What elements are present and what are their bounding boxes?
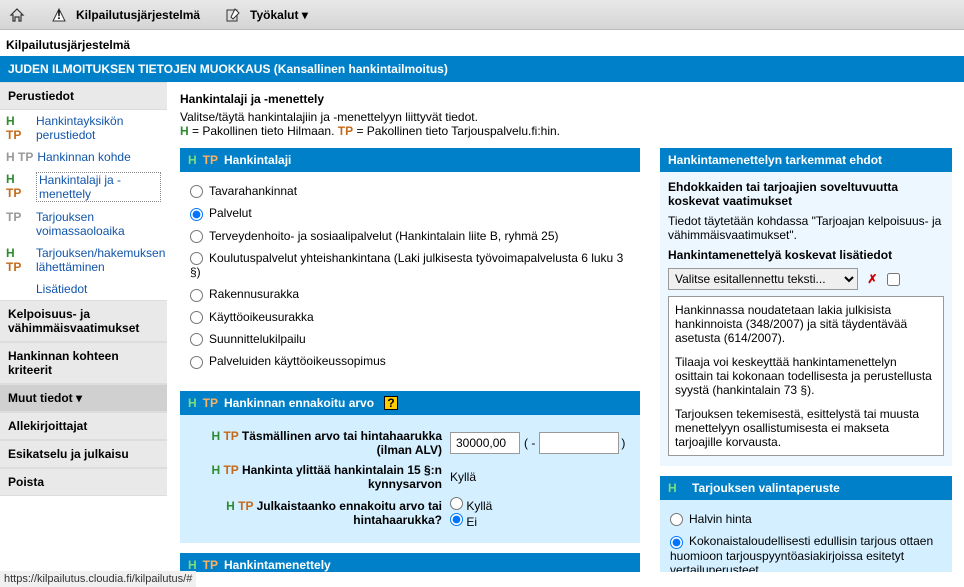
top-toolbar: ! Kilpailutusjärjestelmä Työkalut ▾: [0, 0, 964, 30]
sidebar-section-muut[interactable]: Muut tiedot ▾: [0, 384, 167, 412]
sidebar-item-label: Tarjouksen voimassaoloaika: [36, 210, 161, 238]
ennakoitu-body: H TP Täsmällinen arvo tai hintahaarukka …: [180, 415, 640, 543]
sidebar-item-label: Hankintayksikön perustiedot: [36, 114, 161, 142]
edit-icon[interactable]: [224, 6, 242, 24]
panel-head-ehdot: Hankintamenettelyn tarkemmat ehdot: [660, 148, 952, 172]
home-icon[interactable]: [8, 6, 26, 24]
sidebar-item-lisatiedot[interactable]: Lisätiedot: [0, 278, 167, 300]
main-content: Hankintalaji ja -menettely Valitse/täytä…: [168, 82, 964, 572]
svg-text:!: !: [57, 8, 61, 22]
sidebar: Perustiedot H TP Hankintayksikön perusti…: [0, 82, 168, 572]
app-title[interactable]: Kilpailutusjärjestelmä: [76, 8, 200, 22]
tools-menu[interactable]: Työkalut ▾: [250, 8, 308, 22]
sidebar-section-perustiedot[interactable]: Perustiedot: [0, 82, 167, 110]
ehdot-sub1b: Tiedot täytetään kohdassa "Tarjoajan kel…: [668, 214, 944, 242]
valinta-body: Halvin hinta Kokonaistaloudellisesti edu…: [660, 500, 952, 572]
ehdot-sub2: Hankintamenettelyä koskevat lisätiedot: [668, 248, 892, 262]
sidebar-item-label: Tarjouksen/hakemuksen lähettäminen: [36, 246, 165, 274]
section-title: Hankintalaji ja -menettely: [180, 92, 952, 106]
status-url: https://kilpailutus.cloudia.fi/kilpailut…: [0, 571, 196, 587]
radio-koulutus[interactable]: Koulutuspalvelut yhteishankintana (Laki …: [190, 247, 630, 283]
sidebar-item-kohde[interactable]: H TP Hankinnan kohde: [0, 146, 167, 168]
ehdot-body: Ehdokkaiden tai tarjoajien soveltuvuutta…: [660, 172, 952, 466]
sidebar-item-perustiedot[interactable]: H TP Hankintayksikön perustiedot: [0, 110, 167, 146]
radio-palv-kaytto[interactable]: Palveluiden käyttöoikeussopimus: [190, 350, 630, 372]
alert-icon[interactable]: !: [50, 6, 68, 24]
threshold-value: Kyllä: [450, 470, 476, 484]
page-title: JUDEN ILMOITUKSEN TIETOJEN MUOKKAUS (Kan…: [0, 56, 964, 82]
ehdot-sub1: Ehdokkaiden tai tarjoajien soveltuvuutta…: [668, 180, 898, 208]
sidebar-item-hankintalaji[interactable]: H TP Hankintalaji ja -menettely: [0, 168, 167, 206]
preset-text-select[interactable]: Valitse esitallennettu teksti...: [668, 268, 858, 290]
panel-head-menettely: H TP Hankintamenettely: [180, 553, 640, 572]
publish-no[interactable]: Ei: [450, 515, 477, 529]
panel-head-valinta: H Tarjouksen valintaperuste: [660, 476, 952, 500]
radio-tavara[interactable]: Tavarahankinnat: [190, 180, 630, 202]
value-exact-input[interactable]: [450, 432, 520, 454]
value-range-input[interactable]: [539, 432, 619, 454]
additional-info-textarea[interactable]: Hankinnassa noudatetaan lakia julkisista…: [668, 296, 944, 456]
preset-checkbox[interactable]: [887, 273, 900, 286]
radio-suunnittelu[interactable]: Suunnittelukilpailu: [190, 328, 630, 350]
radio-halvin[interactable]: Halvin hinta: [670, 508, 942, 530]
chevron-down-icon: ▾: [302, 8, 308, 22]
radio-kayttooik[interactable]: Käyttöoikeusurakka: [190, 306, 630, 328]
panel-head-hankintalaji: H TP Hankintalaji: [180, 148, 640, 172]
help-icon[interactable]: ?: [384, 396, 398, 410]
sidebar-section-poista[interactable]: Poista: [0, 468, 167, 496]
clear-icon[interactable]: ✗: [867, 272, 877, 286]
sidebar-item-label: Hankintalaji ja -menettely: [36, 172, 161, 202]
radio-terveys[interactable]: Terveydenhoito- ja sosiaalipalvelut (Han…: [190, 225, 630, 247]
sidebar-section-allek[interactable]: Allekirjoittajat: [0, 412, 167, 440]
sidebar-section-kelp[interactable]: Kelpoisuus- ja vähimmäisvaatimukset: [0, 300, 167, 342]
publish-yes[interactable]: Kyllä: [450, 499, 492, 513]
breadcrumb: Kilpailutusjärjestelmä: [0, 30, 964, 56]
sidebar-section-kriteerit[interactable]: Hankinnan kohteen kriteerit: [0, 342, 167, 384]
sidebar-item-voimassaolo[interactable]: TP Tarjouksen voimassaoloaika: [0, 206, 167, 242]
sidebar-item-lahettaminen[interactable]: H TP Tarjouksen/hakemuksen lähettäminen: [0, 242, 167, 278]
section-desc: Valitse/täytä hankintalajiin ja -menette…: [180, 110, 952, 138]
panel-head-ennakoitu: H TP Hankinnan ennakoitu arvo ?: [180, 391, 640, 415]
chevron-down-icon: ▾: [76, 391, 82, 405]
radio-kokonaist[interactable]: Kokonaistaloudellisesti edullisin tarjou…: [670, 530, 942, 572]
sidebar-item-label: Lisätiedot: [36, 282, 87, 296]
radio-rakennus[interactable]: Rakennusurakka: [190, 283, 630, 305]
hankintalaji-options: Tavarahankinnat Palvelut Terveydenhoito-…: [180, 172, 640, 381]
sidebar-item-label: Hankinnan kohde: [37, 150, 130, 164]
radio-palvelut[interactable]: Palvelut: [190, 202, 630, 224]
sidebar-section-esik[interactable]: Esikatselu ja julkaisu: [0, 440, 167, 468]
